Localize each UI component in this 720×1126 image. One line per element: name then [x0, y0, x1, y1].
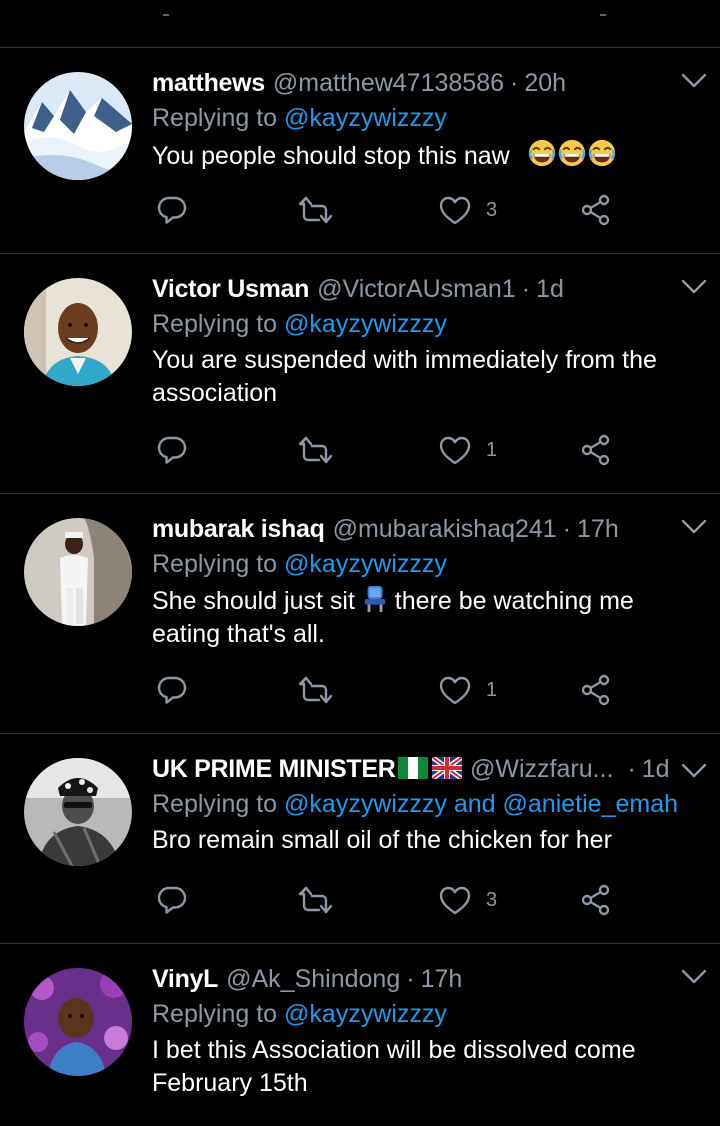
separator-dot: · [562, 514, 572, 543]
action-bar: 1 [152, 434, 632, 474]
chevron-down-icon[interactable] [680, 278, 708, 301]
share-icon[interactable] [580, 194, 612, 226]
reply-icon[interactable] [156, 674, 188, 706]
mention-link[interactable]: @kayzywizzzy [284, 310, 447, 338]
tweet-card[interactable]: mubarak ishaq @mubarakishaq241 · 17h Rep… [0, 494, 720, 734]
reply-feed: matthews @matthew47138586 · 20h Replying… [0, 0, 720, 1126]
chevron-down-icon[interactable] [680, 762, 708, 785]
separator-dot: · [627, 754, 636, 783]
replying-to: Replying to @kayzywizzzy [152, 996, 700, 1032]
timestamp[interactable]: 1d [642, 755, 670, 784]
share-icon[interactable] [580, 434, 612, 466]
like-button[interactable]: 3 [438, 194, 497, 226]
reply-icon[interactable] [156, 884, 188, 916]
tweet-card[interactable]: matthews @matthew47138586 · 20h Replying… [0, 48, 720, 254]
retweet-icon[interactable] [298, 194, 334, 226]
replying-prefix: Replying to [152, 1000, 285, 1028]
previous-tweet-stub [0, 0, 720, 48]
mention-link[interactable]: @kayzywizzzy [284, 104, 447, 132]
name-flags [397, 756, 462, 782]
like-button[interactable]: 3 [438, 884, 497, 916]
tweet-text: She should just sit there be watching me… [152, 584, 700, 651]
replying-to: Replying to @kayzywizzzy and @anietie_em… [152, 786, 700, 822]
avatar[interactable] [24, 278, 132, 386]
mention-link[interactable]: @kayzywizzzy and @anietie_emah [284, 790, 678, 818]
chevron-down-icon[interactable] [680, 968, 708, 991]
mention-link[interactable]: @kayzywizzzy [284, 1000, 447, 1028]
retweet-icon[interactable] [298, 434, 334, 466]
tweet-text-content: You people should stop this naw [152, 142, 510, 171]
avatar[interactable] [24, 518, 132, 626]
like-icon [438, 434, 472, 466]
like-count: 3 [486, 888, 498, 911]
like-button[interactable]: 1 [438, 674, 497, 706]
avatar-image [24, 518, 132, 626]
like-icon [438, 194, 472, 226]
separator-dot: · [510, 68, 519, 97]
chair-emoji [362, 584, 388, 614]
tweet-text: You are suspended with immediately from … [152, 346, 657, 407]
user-handle[interactable]: @VictorAUsman1 [317, 275, 516, 304]
tweet-text: I bet this Association will be dissolved… [152, 1036, 636, 1097]
separator-dot: · [406, 964, 415, 993]
replying-prefix: Replying to [152, 790, 285, 818]
like-button[interactable]: 1 [438, 434, 497, 466]
stub-mark [600, 14, 606, 16]
share-icon[interactable] [580, 884, 612, 916]
avatar-image [24, 968, 132, 1076]
action-bar: 3 [152, 884, 632, 924]
like-count: 3 [486, 198, 498, 221]
share-icon[interactable] [580, 674, 612, 706]
user-handle[interactable]: @mubarakishaq241 [333, 515, 557, 544]
tweet-card[interactable]: VinyL @Ak_Shindong · 17h Replying to @ka… [0, 944, 720, 1126]
like-icon [438, 884, 472, 916]
retweet-icon[interactable] [298, 884, 334, 916]
display-name[interactable]: Victor Usman [152, 275, 309, 304]
user-handle[interactable]: @Wizzfaru... [470, 755, 613, 784]
reply-icon[interactable] [156, 434, 188, 466]
avatar-image [24, 72, 132, 180]
timestamp[interactable]: 17h [421, 965, 463, 994]
action-bar: 1 [152, 674, 632, 714]
avatar-image [24, 278, 132, 386]
avatar[interactable] [24, 72, 132, 180]
reply-icon[interactable] [156, 194, 188, 226]
replying-to: Replying to @kayzywizzzy [152, 306, 700, 342]
laughing-emoji [527, 138, 617, 177]
tweet-card[interactable]: Victor Usman @VictorAUsman1 · 1d Replyin… [0, 254, 720, 494]
chevron-down-icon[interactable] [680, 518, 708, 541]
separator-dot: · [521, 274, 531, 303]
avatar[interactable] [24, 758, 132, 866]
display-name[interactable]: UK PRIME MINISTER [152, 755, 396, 784]
mention-link[interactable]: @kayzywizzzy [284, 550, 447, 578]
like-count: 1 [486, 438, 498, 461]
timestamp[interactable]: 17h [577, 515, 619, 544]
tweet-text: Bro remain small oil of the chicken for … [152, 826, 612, 854]
display-name[interactable]: matthews [152, 69, 265, 98]
tweet-text-start: She should just sit [152, 587, 355, 615]
retweet-icon[interactable] [298, 674, 334, 706]
avatar-image [24, 758, 132, 866]
like-count: 1 [486, 678, 498, 701]
user-handle[interactable]: @Ak_Shindong [226, 965, 400, 994]
tweet-card[interactable]: UK PRIME MINISTER @Wizzfaru... · 1d Repl… [0, 734, 720, 944]
avatar[interactable] [24, 968, 132, 1076]
user-handle[interactable]: @matthew47138586 [273, 69, 504, 98]
nigeria-flag-icon [397, 756, 428, 779]
replying-prefix: Replying to [152, 104, 285, 132]
replying-prefix: Replying to [152, 310, 285, 338]
replying-prefix: Replying to [152, 550, 285, 578]
timestamp[interactable]: 1d [536, 275, 564, 304]
uk-flag-icon [431, 756, 462, 779]
like-icon [438, 674, 472, 706]
chevron-down-icon[interactable] [680, 72, 708, 95]
action-bar: 3 [152, 194, 632, 234]
stub-mark [163, 14, 169, 16]
replying-to: Replying to @kayzywizzzy [152, 546, 700, 582]
display-name[interactable]: mubarak ishaq [152, 515, 325, 544]
timestamp[interactable]: 20h [524, 69, 566, 98]
tweet-text: You people should stop this naw [152, 138, 700, 177]
replying-to: Replying to @kayzywizzzy [152, 100, 700, 136]
display-name[interactable]: VinyL [152, 965, 218, 994]
